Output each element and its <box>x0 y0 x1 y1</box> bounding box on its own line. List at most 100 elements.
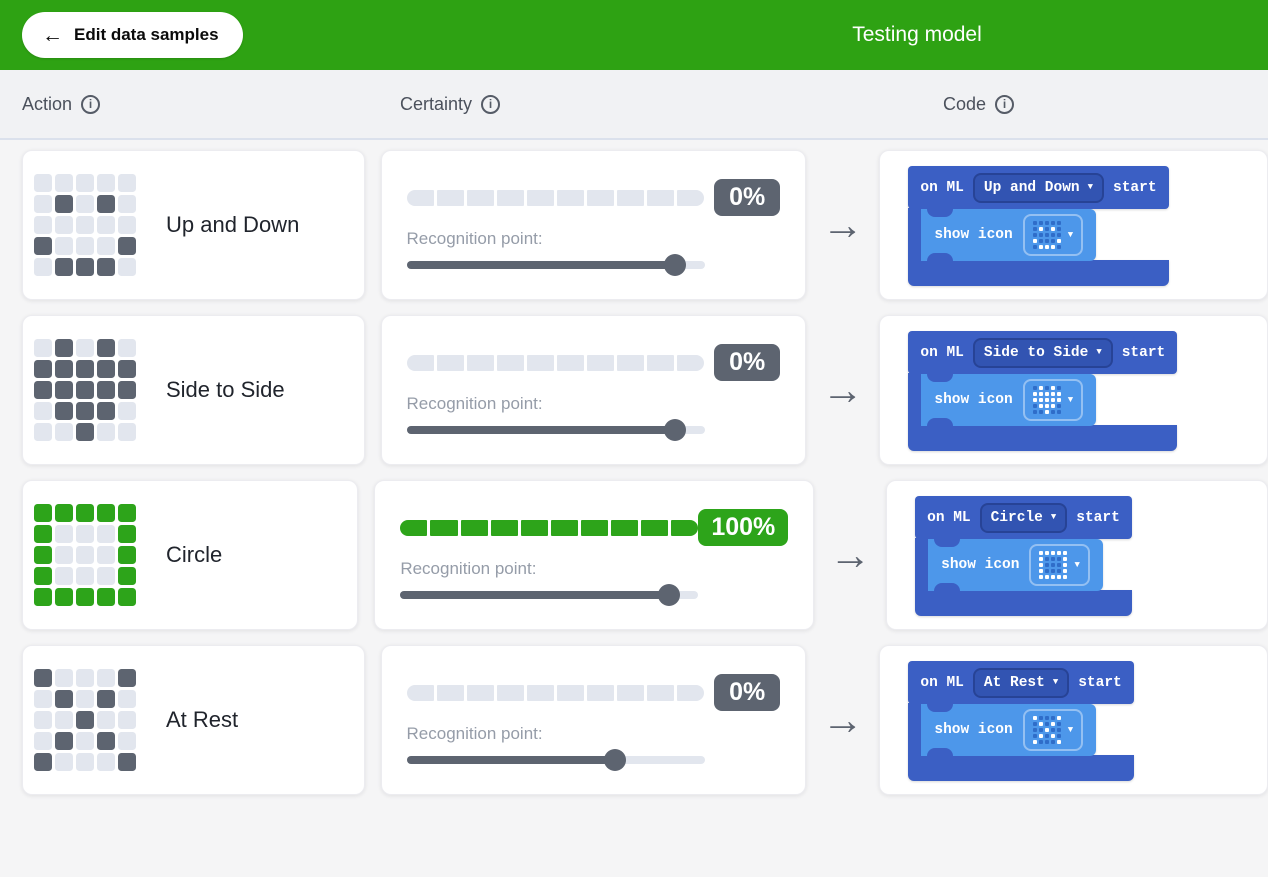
back-arrow-icon: ← <box>42 25 63 46</box>
led-cell <box>1063 569 1067 573</box>
led-cell <box>1057 728 1061 732</box>
led-cell <box>1057 410 1061 414</box>
code-card: on ML Side to Side ▼ start show icon ▼ <box>879 315 1268 465</box>
meter-segment <box>407 685 434 701</box>
block-spine <box>915 538 928 592</box>
meter-segment <box>587 685 614 701</box>
model-row: Up and Down 0% Recognition point: → on M… <box>22 150 1268 300</box>
action-label: Circle <box>166 542 222 568</box>
led-cell <box>55 195 73 213</box>
led-cell <box>1045 410 1049 414</box>
right-arrow-icon: → <box>806 150 879 300</box>
ml-action-dropdown[interactable]: Circle ▼ <box>980 503 1068 533</box>
block-prefix: on ML <box>927 510 971 526</box>
led-cell <box>97 174 115 192</box>
action-label: At Rest <box>166 707 238 733</box>
certainty-badge: 100% <box>698 509 788 546</box>
led-cell <box>1039 410 1043 414</box>
recognition-point-label: Recognition point: <box>400 559 788 579</box>
led-cell <box>97 258 115 276</box>
block-footer <box>915 590 1132 616</box>
show-icon-label: show icon <box>934 227 1012 243</box>
led-cell <box>97 525 115 543</box>
info-icon[interactable]: i <box>995 95 1014 114</box>
meter-segment <box>491 520 518 536</box>
recognition-point-slider[interactable] <box>407 749 705 771</box>
led-cell <box>1033 728 1037 732</box>
led-cell <box>55 360 73 378</box>
slider-fill <box>407 426 675 434</box>
top-header: ← Edit data samples Testing model <box>0 0 1268 70</box>
icon-dropdown[interactable]: ▼ <box>1023 709 1083 751</box>
code-card: on ML At Rest ▼ start show icon ▼ <box>879 645 1268 795</box>
led-cell <box>97 588 115 606</box>
dropdown-value: At Rest <box>984 675 1045 691</box>
block-prefix: on ML <box>920 180 964 196</box>
led-cell <box>1045 245 1049 249</box>
led-cell <box>34 237 52 255</box>
led-cell <box>55 258 73 276</box>
meter-segment <box>521 520 548 536</box>
led-cell <box>1039 404 1043 408</box>
recognition-point-slider[interactable] <box>407 254 705 276</box>
led-cell <box>97 216 115 234</box>
slider-thumb[interactable] <box>604 749 626 771</box>
certainty-card: 0% Recognition point: <box>381 645 807 795</box>
meter-segment <box>557 355 584 371</box>
on-ml-start-block: on ML Up and Down ▼ start <box>908 166 1168 209</box>
led-cell <box>118 402 136 420</box>
model-row: Side to Side 0% Recognition point: → on … <box>22 315 1268 465</box>
led-cell <box>1051 557 1055 561</box>
ml-action-dropdown[interactable]: Side to Side ▼ <box>973 338 1113 368</box>
code-card: on ML Circle ▼ start show icon ▼ <box>886 480 1268 630</box>
show-icon-block: show icon ▼ <box>921 209 1096 261</box>
led-cell <box>76 360 94 378</box>
slider-thumb[interactable] <box>664 419 686 441</box>
edit-data-samples-button[interactable]: ← Edit data samples <box>22 12 243 58</box>
slider-thumb[interactable] <box>658 584 680 606</box>
led-cell <box>1033 398 1037 402</box>
led-cell <box>1051 734 1055 738</box>
block-suffix: start <box>1078 675 1122 691</box>
recognition-point-slider[interactable] <box>400 584 698 606</box>
icon-dropdown[interactable]: ▼ <box>1023 379 1083 421</box>
led-cell <box>76 423 94 441</box>
icon-dropdown[interactable]: ▼ <box>1029 544 1089 586</box>
code-block: on ML At Rest ▼ start show icon ▼ <box>908 661 1133 781</box>
certainty-badge: 0% <box>714 179 780 216</box>
info-icon[interactable]: i <box>481 95 500 114</box>
led-cell <box>1057 221 1061 225</box>
right-arrow-icon: → <box>814 480 886 630</box>
column-label: Certainty <box>400 94 472 115</box>
chevron-down-icon: ▼ <box>1074 561 1079 570</box>
recognition-point-slider[interactable] <box>407 419 705 441</box>
led-cell <box>1033 386 1037 390</box>
meter-segment <box>527 355 554 371</box>
led-cell <box>34 588 52 606</box>
meter-segment <box>557 685 584 701</box>
led-cell <box>1057 233 1061 237</box>
led-cell <box>1051 404 1055 408</box>
model-row: Circle 100% Recognition point: → on ML C… <box>22 480 1268 630</box>
led-cell <box>1039 245 1043 249</box>
meter-segment <box>677 355 704 371</box>
led-cell <box>76 753 94 771</box>
led-cell <box>1051 239 1055 243</box>
icon-preview-grid <box>1033 386 1061 414</box>
ml-action-dropdown[interactable]: Up and Down ▼ <box>973 173 1104 203</box>
led-cell <box>1045 716 1049 720</box>
ml-action-dropdown[interactable]: At Rest ▼ <box>973 668 1069 698</box>
action-led-grid <box>34 339 136 441</box>
led-cell <box>1045 728 1049 732</box>
led-cell <box>76 546 94 564</box>
slider-thumb[interactable] <box>664 254 686 276</box>
meter-segment <box>407 355 434 371</box>
led-cell <box>1063 551 1067 555</box>
icon-dropdown[interactable]: ▼ <box>1023 214 1083 256</box>
led-cell <box>1045 221 1049 225</box>
led-cell <box>1057 716 1061 720</box>
led-cell <box>1051 551 1055 555</box>
led-cell <box>34 381 52 399</box>
code-block: on ML Up and Down ▼ start show icon ▼ <box>908 166 1168 286</box>
info-icon[interactable]: i <box>81 95 100 114</box>
